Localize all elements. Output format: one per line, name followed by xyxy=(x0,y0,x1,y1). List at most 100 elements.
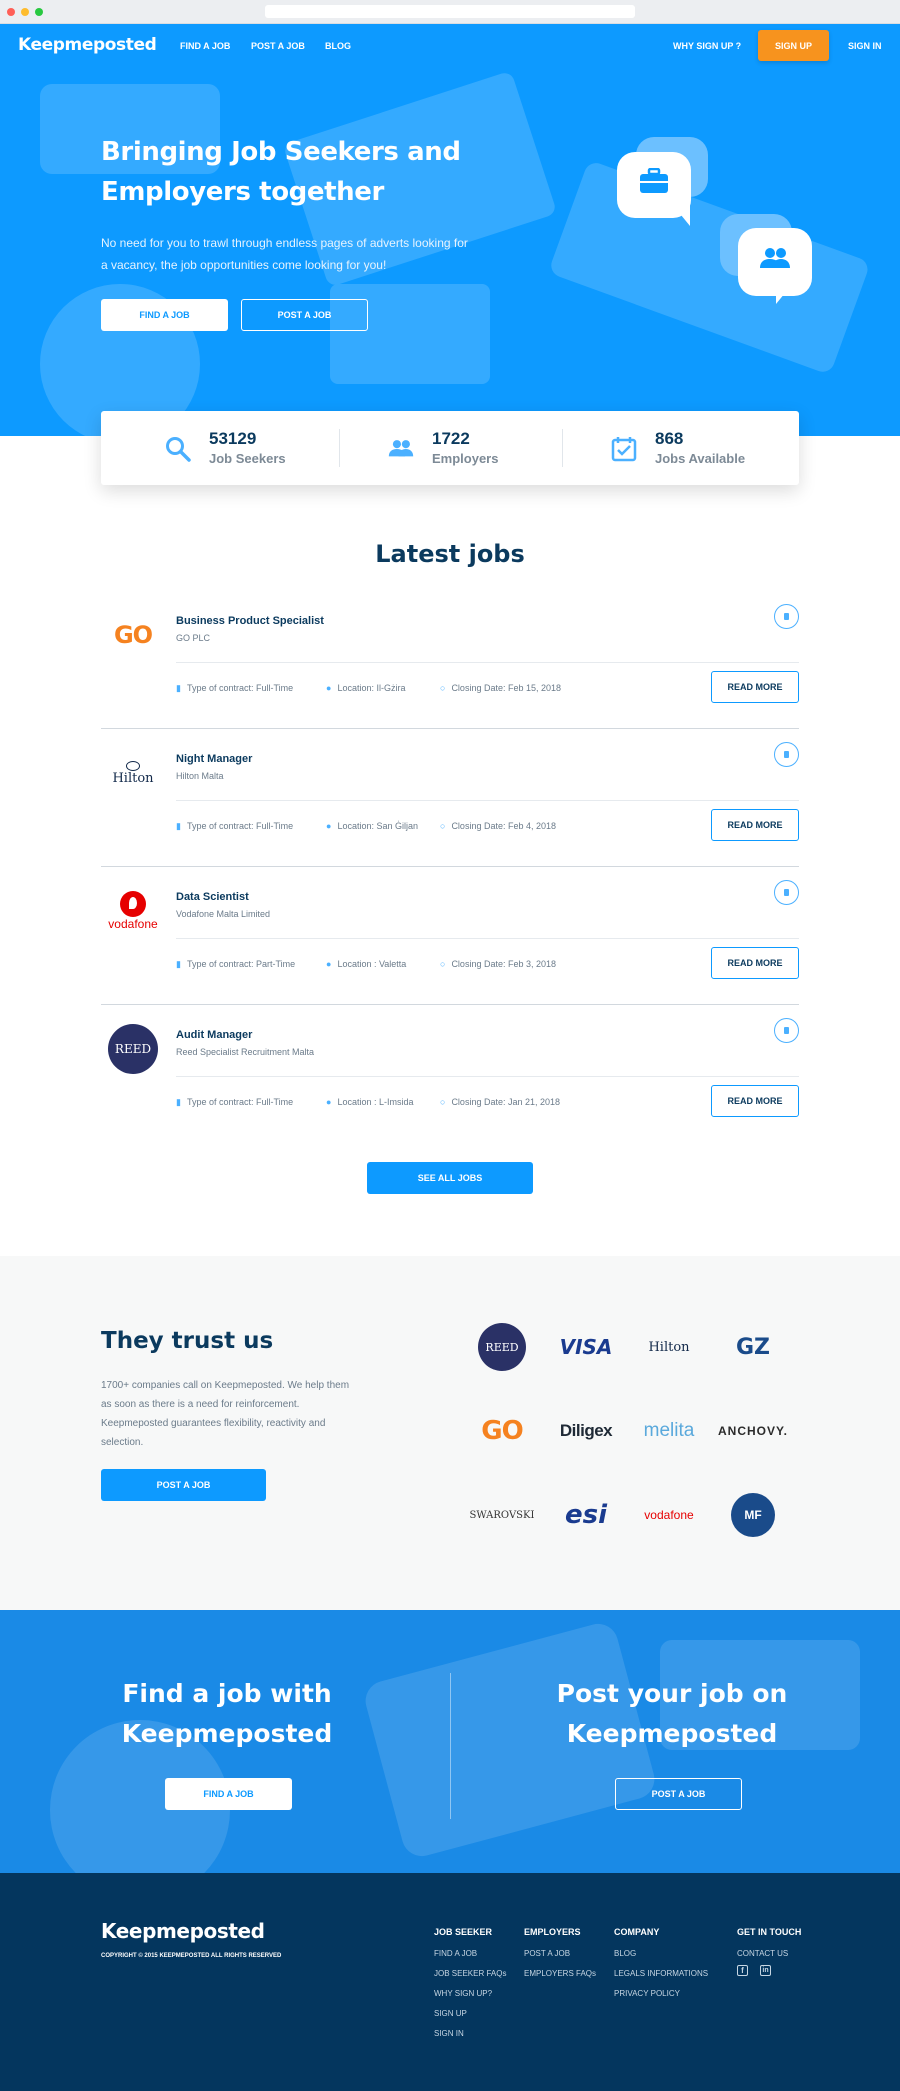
vodafone-emblem-icon xyxy=(120,891,146,917)
footer-heading-employers: EMPLOYERS xyxy=(524,1927,581,1937)
job-company: Hilton Malta xyxy=(176,771,224,781)
job-closing-date: ○ Closing Date: Feb 3, 2018 xyxy=(440,959,557,969)
nav-why-sign-up[interactable]: WHY SIGN UP ? xyxy=(673,41,741,51)
divider xyxy=(176,800,799,801)
address-bar[interactable] xyxy=(265,5,635,18)
cta-find-title: Find a job with Keepmeposted xyxy=(121,1679,333,1748)
latest-jobs-heading: Latest jobs xyxy=(375,540,525,568)
partner-logo-vodafone: vodafone xyxy=(644,1508,694,1522)
nav-sign-in[interactable]: SIGN IN xyxy=(848,41,882,51)
company-logo: Hilton xyxy=(101,741,165,805)
briefcase-icon xyxy=(640,168,668,193)
pin-icon: ● xyxy=(326,1097,332,1107)
trust-section: They trust us 1700+ companies call on Ke… xyxy=(0,1256,900,1610)
see-all-jobs-button[interactable]: SEE ALL JOBS xyxy=(367,1162,533,1194)
minimize-window-icon[interactable] xyxy=(21,8,29,16)
job-title[interactable]: Audit Manager xyxy=(176,1029,252,1041)
bookmark-icon[interactable] xyxy=(774,880,799,905)
job-contract: ▮ Type of contract: Part-Time xyxy=(176,959,296,969)
maximize-window-icon[interactable] xyxy=(35,8,43,16)
partner-logo-reed: REED xyxy=(460,1322,544,1372)
linkedin-icon[interactable]: in xyxy=(760,1965,771,1976)
job-company: Vodafone Malta Limited xyxy=(176,909,271,919)
footer-link-legals[interactable]: LEGALS INFORMATIONS xyxy=(614,1969,708,1978)
hero-find-job-button[interactable]: FIND A JOB xyxy=(101,299,228,331)
job-closing-date: ○ Closing Date: Feb 4, 2018 xyxy=(440,821,557,831)
pin-icon: ● xyxy=(326,959,332,969)
footer-link-job-seeker-faqs[interactable]: JOB SEEKER FAQs xyxy=(434,1969,506,1978)
cta-find-job-button[interactable]: FIND A JOB xyxy=(165,1778,292,1810)
stat-job-seekers: 53129 Job Seekers xyxy=(101,411,324,485)
job-card[interactable]: REED Audit Manager Reed Specialist Recru… xyxy=(101,1005,799,1143)
footer-link-why-sign-up[interactable]: WHY SIGN UP? xyxy=(434,1989,492,1998)
company-logo: GO xyxy=(113,621,153,649)
site-logo[interactable]: Keepmeposted xyxy=(18,35,157,55)
footer-logo[interactable]: Keepmeposted xyxy=(101,1919,265,1943)
nav-find-job[interactable]: FIND A JOB xyxy=(180,41,230,51)
job-card[interactable]: GO Business Product Specialist GO PLC ▮ T… xyxy=(101,591,799,729)
nav-post-job[interactable]: POST A JOB xyxy=(251,41,305,51)
users-icon xyxy=(388,440,414,457)
nav-blog[interactable]: BLOG xyxy=(325,41,351,51)
partner-logo-visa: VISA xyxy=(559,1335,613,1359)
pin-icon: ● xyxy=(326,821,332,831)
footer-link-sign-in[interactable]: SIGN IN xyxy=(434,2029,464,2038)
job-card[interactable]: vodafone Data Scientist Vodafone Malta L… xyxy=(101,867,799,1005)
stat-label: Job Seekers xyxy=(209,451,286,466)
stats-card: 53129 Job Seekers 1722 Employers 868 Job… xyxy=(101,411,799,485)
chart-icon: ▮ xyxy=(176,821,181,831)
bookmark-icon[interactable] xyxy=(774,742,799,767)
job-company: GO PLC xyxy=(176,633,211,643)
bookmark-icon[interactable] xyxy=(774,1018,799,1043)
hero-title: Bringing Job Seekers and Employers toget… xyxy=(101,137,461,207)
job-location: ● Location: Il-Gżira xyxy=(326,683,406,693)
job-title[interactable]: Night Manager xyxy=(176,753,252,765)
partner-logo-melita: melita xyxy=(643,1420,695,1441)
read-more-button[interactable]: READ MORE xyxy=(711,1085,799,1117)
bookmark-icon[interactable] xyxy=(774,604,799,629)
footer-link-post-job[interactable]: POST A JOB xyxy=(524,1949,570,1958)
footer-heading-job-seeker: JOB SEEKER xyxy=(434,1927,493,1937)
users-icon xyxy=(760,248,790,268)
footer-heading-company: COMPANY xyxy=(614,1927,660,1937)
divider xyxy=(176,938,799,939)
job-company: Reed Specialist Recruitment Malta xyxy=(176,1047,315,1057)
job-title[interactable]: Data Scientist xyxy=(176,891,249,903)
cta-section: Find a job with Keepmeposted FIND A JOB … xyxy=(0,1610,900,1873)
job-title[interactable]: Business Product Specialist xyxy=(176,615,324,627)
read-more-button[interactable]: READ MORE xyxy=(711,809,799,841)
hero-post-job-button[interactable]: POST A JOB xyxy=(241,299,368,331)
partner-logo-anchovy: ANCHOVY. xyxy=(717,1424,788,1438)
partner-logo-diligex: Diligex xyxy=(559,1421,613,1440)
stat-jobs-available: 868 Jobs Available xyxy=(547,411,770,485)
trust-post-job-button[interactable]: POST A JOB xyxy=(101,1469,266,1501)
read-more-button[interactable]: READ MORE xyxy=(711,671,799,703)
facebook-icon[interactable]: f xyxy=(737,1965,748,1976)
site-footer: Keepmeposted COPYRIGHT © 2015 KEEPMEPOST… xyxy=(0,1873,900,2091)
partner-logo-esi: esi xyxy=(564,1500,608,1530)
browser-chrome xyxy=(0,0,900,24)
divider xyxy=(176,662,799,663)
footer-link-contact[interactable]: CONTACT US xyxy=(737,1949,788,1958)
partner-logo-swarovski: SWAROVSKI xyxy=(469,1509,535,1521)
trust-heading: They trust us xyxy=(101,1328,274,1354)
footer-link-find-job[interactable]: FIND A JOB xyxy=(434,1949,477,1958)
partner-logo-miracle-foods: MF xyxy=(711,1490,795,1540)
footer-link-employers-faqs[interactable]: EMPLOYERS FAQs xyxy=(524,1969,596,1978)
job-card[interactable]: Hilton Night Manager Hilton Malta ▮ Type … xyxy=(101,729,799,867)
clock-icon: ○ xyxy=(440,959,446,969)
clock-icon: ○ xyxy=(440,683,446,693)
footer-link-sign-up[interactable]: SIGN UP xyxy=(434,2009,467,2018)
sign-up-button[interactable]: SIGN UP xyxy=(758,30,829,61)
stat-label: Jobs Available xyxy=(655,451,746,466)
job-contract: ▮ Type of contract: Full-Time xyxy=(176,683,294,693)
stat-number: 868 xyxy=(655,429,684,448)
read-more-button[interactable]: READ MORE xyxy=(711,947,799,979)
company-logo: REED xyxy=(101,1017,165,1081)
footer-link-blog[interactable]: BLOG xyxy=(614,1949,636,1958)
close-window-icon[interactable] xyxy=(7,8,15,16)
hilton-emblem-icon xyxy=(126,760,140,771)
cta-post-job-button[interactable]: POST A JOB xyxy=(615,1778,742,1810)
company-logo: vodafone xyxy=(101,879,165,943)
footer-link-privacy[interactable]: PRIVACY POLICY xyxy=(614,1989,680,1998)
